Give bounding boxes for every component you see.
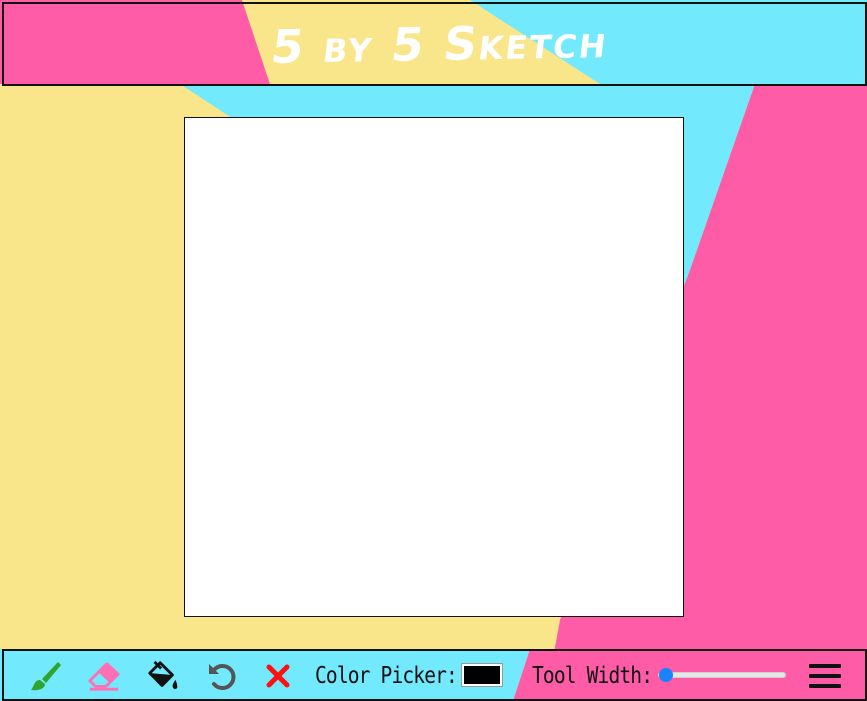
menu-bar-middle bbox=[809, 674, 841, 678]
menu-bar-top bbox=[809, 664, 841, 668]
clear-button[interactable] bbox=[261, 659, 295, 693]
toolbar: Color Picker: Tool Width: bbox=[2, 649, 867, 701]
close-icon bbox=[266, 664, 290, 688]
tool-width-slider[interactable] bbox=[658, 668, 786, 682]
undo-button[interactable] bbox=[206, 659, 240, 693]
paintbrush-icon bbox=[31, 662, 61, 691]
app-title: 5 by 5 Sketch bbox=[267, 14, 612, 74]
app-header: 5 by 5 Sketch bbox=[2, 2, 867, 86]
fill-tool-button[interactable] bbox=[146, 659, 180, 693]
drawing-canvas[interactable] bbox=[184, 117, 684, 617]
eraser-tool-button[interactable] bbox=[87, 659, 121, 693]
eraser-icon bbox=[88, 662, 120, 691]
slider-track bbox=[658, 672, 786, 678]
undo-icon bbox=[209, 664, 236, 690]
tool-width-label: Tool Width: bbox=[532, 663, 653, 689]
hamburger-menu-icon[interactable] bbox=[809, 661, 841, 691]
color-picker-swatch[interactable] bbox=[461, 663, 503, 687]
color-picker-label: Color Picker: bbox=[315, 663, 458, 689]
paint-bucket-icon bbox=[148, 660, 178, 690]
color-swatch-fill bbox=[464, 666, 500, 684]
brush-tool-button[interactable] bbox=[28, 659, 62, 693]
slider-thumb[interactable] bbox=[659, 668, 673, 682]
menu-bar-bottom bbox=[809, 684, 841, 688]
